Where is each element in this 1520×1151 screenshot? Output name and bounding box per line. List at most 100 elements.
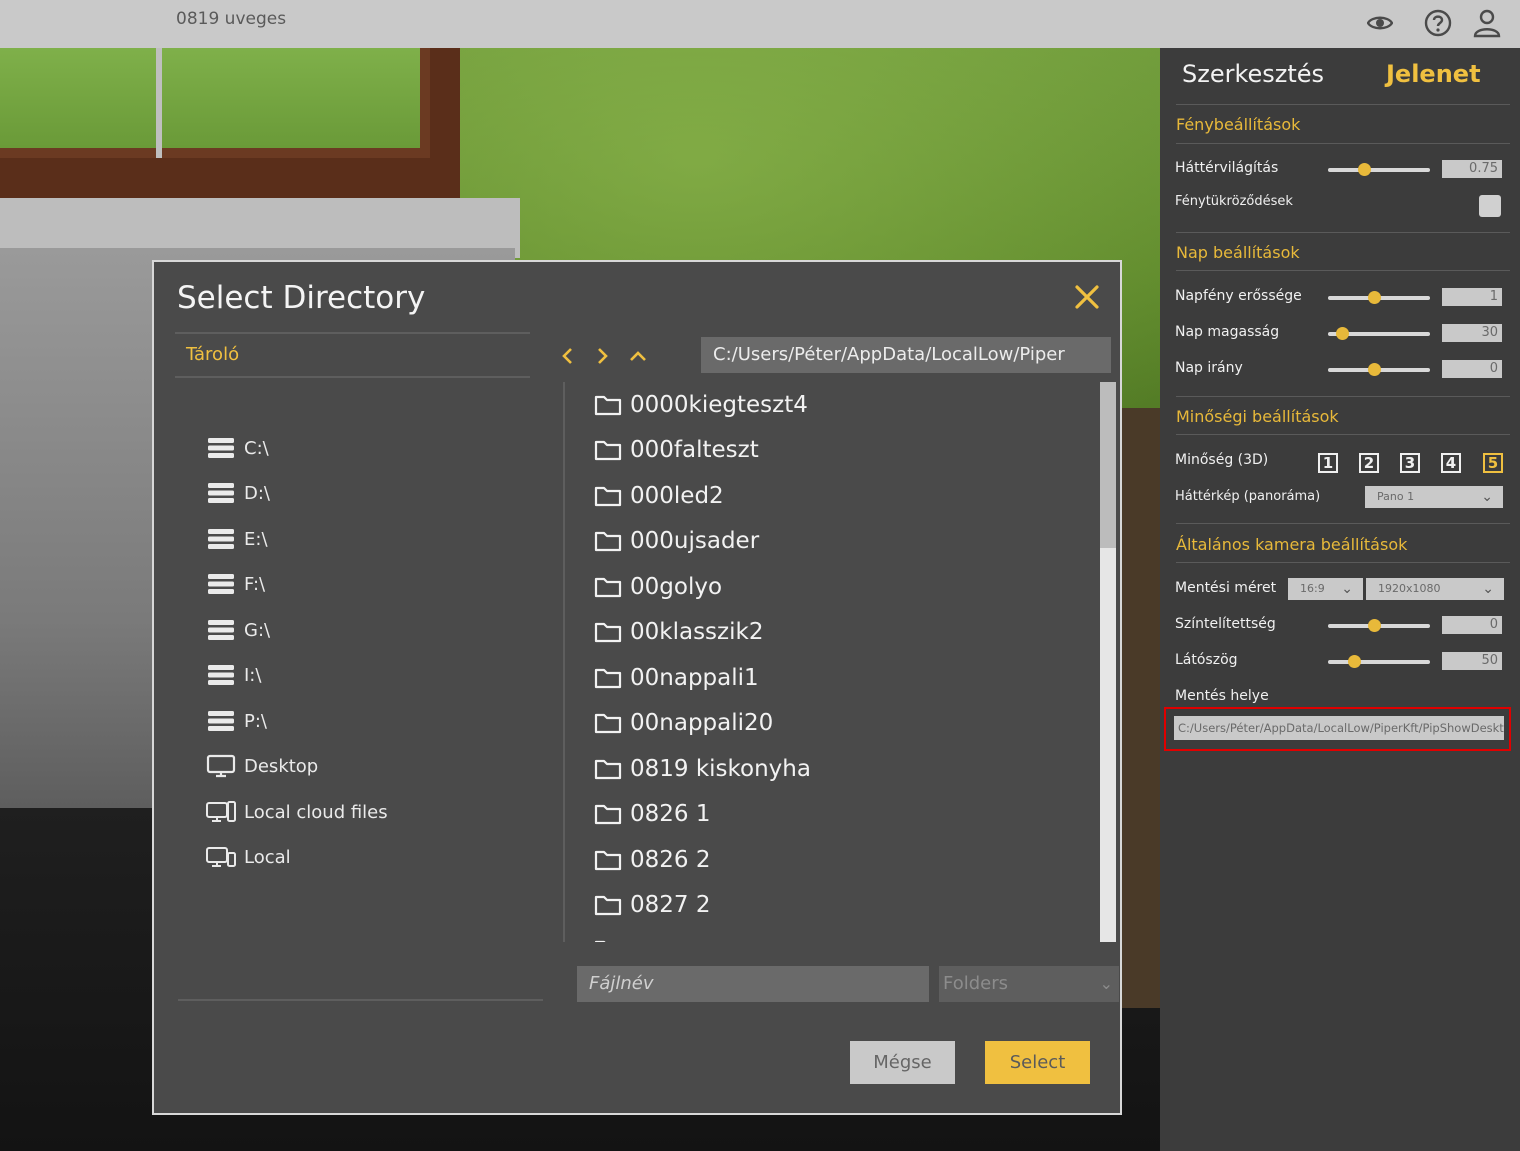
help-icon[interactable] xyxy=(1421,6,1455,40)
quality-2-button[interactable]: 2 xyxy=(1359,453,1379,473)
back-button[interactable] xyxy=(558,346,578,366)
divider xyxy=(175,332,530,334)
folder-item[interactable]: 0826 1 xyxy=(594,796,710,832)
drive-label: Local cloud files xyxy=(244,801,388,823)
drive-item-desktop[interactable]: Desktop xyxy=(206,751,318,781)
close-icon[interactable] xyxy=(1072,282,1102,312)
slider-knob[interactable] xyxy=(1357,163,1371,176)
scrollbar-thumb[interactable] xyxy=(1100,382,1116,548)
eye-icon[interactable] xyxy=(1363,6,1397,40)
drive-item-f[interactable]: F:\ xyxy=(206,569,265,599)
ambient-slider[interactable] xyxy=(1328,163,1430,176)
folder-name: 0826 2 xyxy=(630,847,711,873)
slider-knob[interactable] xyxy=(1336,327,1350,340)
user-icon[interactable] xyxy=(1470,6,1504,40)
folder-name: 0826 1 xyxy=(630,801,711,827)
drive-icon xyxy=(208,711,234,731)
sun-intensity-value[interactable]: 1 xyxy=(1442,288,1502,306)
quality-4-button[interactable]: 4 xyxy=(1441,453,1461,473)
folder-item[interactable]: 000falteszt xyxy=(594,432,759,468)
folder-item[interactable]: 0826 2 xyxy=(594,842,710,878)
save-size-label: Mentési méret xyxy=(1175,580,1277,596)
folder-item[interactable] xyxy=(594,932,630,942)
tab-scene[interactable]: Jelenet xyxy=(1386,60,1481,88)
folder-name: 0819 kiskonyha xyxy=(630,756,811,782)
drive-item-local[interactable]: Local xyxy=(206,842,291,872)
filetype-dropdown[interactable]: Folders ⌄ xyxy=(939,966,1119,1002)
folder-icon xyxy=(594,668,622,689)
folder-item[interactable]: 00nappali20 xyxy=(594,705,773,741)
slider-knob[interactable] xyxy=(1367,363,1381,376)
monitor-icon xyxy=(206,754,236,778)
slider-knob[interactable] xyxy=(1367,291,1381,304)
divider xyxy=(175,376,530,378)
quality-3-button[interactable]: 3 xyxy=(1400,453,1420,473)
chevron-left-icon xyxy=(562,348,572,364)
background-label: Háttérkép (panoráma) xyxy=(1175,489,1321,504)
drive-item-local-cloud[interactable]: Local cloud files xyxy=(206,797,388,827)
folder-item[interactable]: 000led2 xyxy=(594,478,724,514)
forward-button[interactable] xyxy=(592,346,612,366)
ambient-label: Háttérvilágítás xyxy=(1175,160,1279,176)
project-title: 0819 uveges xyxy=(176,9,287,29)
drive-label: C:\ xyxy=(244,437,269,459)
folder-item[interactable]: 00golyo xyxy=(594,569,722,605)
drive-item-e[interactable]: E:\ xyxy=(206,524,268,554)
save-location-field[interactable]: C:/Users/Péter/AppData/LocalLow/PiperKft… xyxy=(1174,716,1504,740)
slider-knob[interactable] xyxy=(1367,619,1381,632)
slider-knob[interactable] xyxy=(1347,655,1361,668)
cancel-button[interactable]: Mégse xyxy=(850,1041,955,1084)
up-button[interactable] xyxy=(628,346,648,366)
folder-name: 0000kiegteszt4 xyxy=(630,392,808,418)
folder-list-scrollbar[interactable] xyxy=(1100,382,1116,942)
tab-edit[interactable]: Szerkesztés xyxy=(1182,60,1324,88)
drive-label: E:\ xyxy=(244,528,268,550)
chevron-down-icon: ⌄ xyxy=(1341,581,1353,597)
sun-direction-slider[interactable] xyxy=(1328,363,1430,376)
pane-divider xyxy=(563,382,565,942)
drive-item-d[interactable]: D:\ xyxy=(206,478,270,508)
folder-name: 000led2 xyxy=(630,483,724,509)
divider xyxy=(1176,143,1510,144)
drive-item-g[interactable]: G:\ xyxy=(206,615,270,645)
folder-icon xyxy=(594,440,622,461)
drive-item-p[interactable]: P:\ xyxy=(206,706,267,736)
folder-item[interactable]: 00nappali1 xyxy=(594,660,759,696)
folder-icon xyxy=(594,486,622,507)
fov-slider[interactable] xyxy=(1328,655,1430,668)
window-glass xyxy=(0,48,430,158)
sun-height-value[interactable]: 30 xyxy=(1442,324,1502,342)
quality-5-button[interactable]: 5 xyxy=(1483,453,1503,473)
sun-intensity-slider[interactable] xyxy=(1328,291,1430,304)
drive-label: I:\ xyxy=(244,664,262,686)
fov-value[interactable]: 50 xyxy=(1442,652,1502,670)
sun-direction-value[interactable]: 0 xyxy=(1442,360,1502,378)
folder-item[interactable]: 0827 2 xyxy=(594,887,710,923)
fov-label: Látószög xyxy=(1175,652,1238,668)
settings-panel: Szerkesztés Jelenet Fénybeállítások Hátt… xyxy=(1160,48,1520,1151)
ambient-value[interactable]: 0.75 xyxy=(1442,160,1502,178)
background-dropdown[interactable]: Pano 1 ⌄ xyxy=(1365,486,1503,508)
sun-height-slider[interactable] xyxy=(1328,327,1430,340)
folder-icon xyxy=(594,395,622,416)
folder-item[interactable]: 00klasszik2 xyxy=(594,614,763,650)
drive-item-i[interactable]: I:\ xyxy=(206,660,261,690)
folder-item[interactable]: 000ujsader xyxy=(594,523,759,559)
drive-icon xyxy=(208,574,234,594)
divider xyxy=(1176,396,1510,397)
filename-input[interactable]: Fájlnév xyxy=(577,966,929,1002)
folder-item[interactable]: 0819 kiskonyha xyxy=(594,751,811,787)
quality-1-button[interactable]: 1 xyxy=(1318,453,1338,473)
dialog-title: Select Directory xyxy=(177,280,426,316)
path-input[interactable]: C:/Users/Péter/AppData/LocalLow/Piper xyxy=(701,337,1111,373)
folder-name: 000ujsader xyxy=(630,528,760,554)
folder-item[interactable]: 0000kiegteszt4 xyxy=(594,387,808,423)
reflections-checkbox[interactable] xyxy=(1479,195,1501,217)
aspect-dropdown[interactable]: 16:9 ⌄ xyxy=(1288,578,1363,600)
saturation-value[interactable]: 0 xyxy=(1442,616,1502,634)
divider xyxy=(1176,232,1510,233)
resolution-dropdown[interactable]: 1920x1080 ⌄ xyxy=(1366,578,1504,600)
saturation-slider[interactable] xyxy=(1328,619,1430,632)
drive-item-c[interactable]: C:\ xyxy=(206,433,269,463)
select-button[interactable]: Select xyxy=(985,1041,1090,1084)
